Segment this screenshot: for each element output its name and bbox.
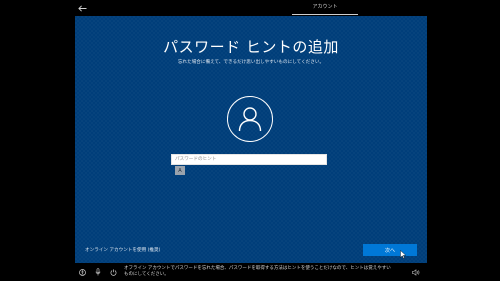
ease-of-access-icon — [78, 268, 86, 276]
setup-panel: パスワード ヒントの追加 忘れた場合に備えて、できるだけ思い出しやすいものにして… — [75, 16, 427, 263]
back-button[interactable] — [76, 2, 88, 14]
mouse-cursor-icon — [400, 250, 407, 259]
ease-of-access-button[interactable] — [78, 268, 86, 276]
volume-button[interactable] — [412, 268, 420, 276]
power-icon — [110, 268, 116, 276]
online-account-link[interactable]: オンライン アカウントを使用 (推奨) — [85, 247, 160, 253]
password-hint-input[interactable] — [171, 154, 327, 165]
avatar — [227, 96, 273, 142]
bottom-bar: オフライン アカウントでパスワードを忘れた場合、パスワードを取得する方法はヒント… — [0, 263, 500, 281]
volume-icon — [412, 268, 420, 276]
power-button[interactable] — [109, 268, 117, 276]
back-arrow-icon — [77, 4, 86, 12]
microphone-icon — [95, 268, 101, 276]
step-underline — [292, 14, 358, 15]
page-title: パスワード ヒントの追加 — [163, 38, 339, 56]
ime-mode-indicator[interactable]: A — [175, 166, 185, 175]
top-bar: アカウント — [0, 0, 500, 16]
user-icon — [238, 107, 262, 132]
footer-info-text: オフライン アカウントでパスワードを忘れた場合、パスワードを取得する方法はヒント… — [124, 266, 391, 278]
page-subtitle: 忘れた場合に備えて、できるだけ思い出しやすいものにしてください。 — [177, 60, 325, 65]
next-button[interactable]: 次へ — [363, 244, 417, 256]
microphone-button[interactable] — [94, 268, 102, 276]
